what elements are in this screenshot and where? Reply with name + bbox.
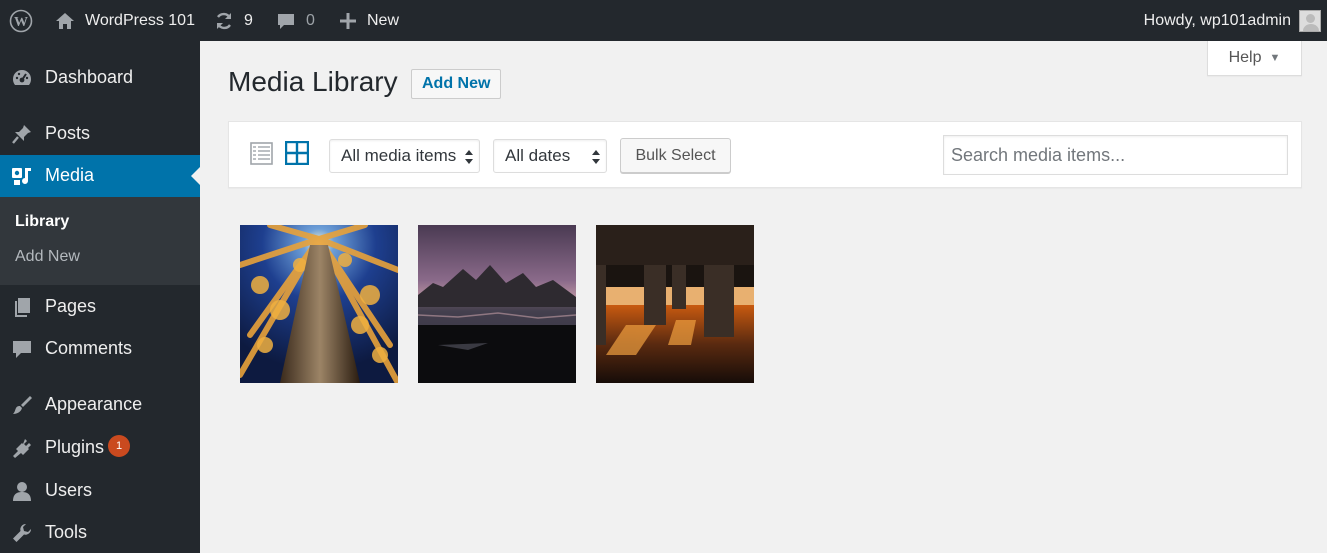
add-new-button[interactable]: Add New bbox=[411, 69, 502, 99]
sidebar-item-label: Users bbox=[45, 480, 93, 500]
help-label: Help bbox=[1228, 49, 1262, 66]
updates-link[interactable]: 9 bbox=[214, 0, 253, 41]
brush-icon bbox=[11, 394, 33, 416]
media-type-filter[interactable]: All media items bbox=[329, 139, 480, 173]
svg-text:W: W bbox=[14, 15, 28, 30]
date-filter[interactable]: All dates bbox=[493, 139, 607, 173]
media-item-thumbnail[interactable] bbox=[418, 225, 576, 383]
select-arrows-icon bbox=[465, 149, 473, 165]
howdy-text: Howdy, wp101admin bbox=[1143, 11, 1291, 29]
site-name: WordPress 101 bbox=[85, 11, 195, 29]
sidebar-item-plugins[interactable]: Plugins 1 bbox=[0, 427, 200, 467]
updates-count: 9 bbox=[244, 11, 253, 29]
media-toolbar: All media items All dates Bulk Select bbox=[228, 121, 1302, 188]
bulk-select-button[interactable]: Bulk Select bbox=[620, 138, 731, 173]
comments-count: 0 bbox=[306, 11, 315, 29]
site-name-link[interactable]: WordPress 101 bbox=[55, 0, 195, 41]
sidebar-item-label: Pages bbox=[45, 296, 97, 316]
sidebar-item-tools[interactable]: Tools bbox=[0, 512, 200, 552]
media-icon bbox=[11, 165, 33, 187]
admin-bar: W WordPress 101 9 0 New Howdy, wp101admi… bbox=[0, 0, 1327, 41]
sidebar-item-label: Posts bbox=[45, 123, 91, 143]
sidebar-item-label: Media bbox=[45, 165, 95, 185]
media-item-thumbnail[interactable] bbox=[240, 225, 398, 383]
sidebar-item-appearance[interactable]: Appearance bbox=[0, 384, 200, 424]
wrench-icon bbox=[11, 522, 33, 544]
refresh-icon bbox=[214, 11, 234, 31]
comment-icon bbox=[276, 11, 296, 31]
wordpress-logo-icon[interactable]: W bbox=[9, 0, 33, 41]
new-label: New bbox=[367, 11, 400, 29]
comments-link[interactable]: 0 bbox=[276, 0, 315, 41]
sidebar-item-label: Plugins bbox=[45, 437, 105, 457]
avatar bbox=[1299, 9, 1321, 32]
media-type-value: All media items bbox=[341, 146, 457, 165]
sidebar-item-label: Tools bbox=[45, 522, 88, 542]
users-icon bbox=[11, 480, 33, 502]
grid-view-icon[interactable] bbox=[284, 140, 310, 166]
list-view-icon[interactable] bbox=[250, 142, 273, 165]
sidebar-item-label: Comments bbox=[45, 338, 133, 358]
help-tab-button[interactable]: Help ▼ bbox=[1207, 41, 1302, 76]
select-arrows-icon bbox=[592, 149, 600, 165]
submenu-library[interactable]: Library bbox=[15, 213, 69, 231]
sidebar-item-users[interactable]: Users bbox=[0, 470, 200, 510]
plus-icon bbox=[339, 12, 357, 30]
home-icon bbox=[55, 12, 75, 30]
comment-icon bbox=[11, 338, 33, 360]
search-input[interactable] bbox=[943, 135, 1288, 175]
sidebar-item-media[interactable]: Media bbox=[0, 155, 200, 197]
sidebar-item-comments[interactable]: Comments bbox=[0, 328, 200, 368]
page-title: Media Library bbox=[228, 66, 398, 97]
caret-down-icon: ▼ bbox=[1269, 52, 1281, 64]
dashboard-icon bbox=[11, 67, 33, 89]
plugin-icon bbox=[11, 437, 33, 459]
sidebar-item-label: Dashboard bbox=[45, 67, 134, 87]
account-menu[interactable]: Howdy, wp101admin bbox=[1144, 0, 1321, 41]
media-item-thumbnail[interactable] bbox=[596, 225, 754, 383]
sidebar-item-label: Appearance bbox=[45, 394, 143, 414]
sidebar-item-pages[interactable]: Pages bbox=[0, 286, 200, 326]
admin-sidebar: Dashboard Posts Media Library Add New Pa… bbox=[0, 41, 200, 553]
pin-icon bbox=[11, 123, 33, 145]
media-submenu: Library Add New bbox=[0, 197, 200, 285]
update-count-badge: 1 bbox=[108, 435, 130, 457]
submenu-add-new[interactable]: Add New bbox=[15, 248, 80, 266]
date-filter-value: All dates bbox=[505, 146, 571, 165]
sidebar-item-dashboard[interactable]: Dashboard bbox=[0, 57, 200, 97]
new-content-link[interactable]: New bbox=[339, 0, 399, 41]
pages-icon bbox=[11, 296, 33, 318]
sidebar-item-posts[interactable]: Posts bbox=[0, 113, 200, 153]
